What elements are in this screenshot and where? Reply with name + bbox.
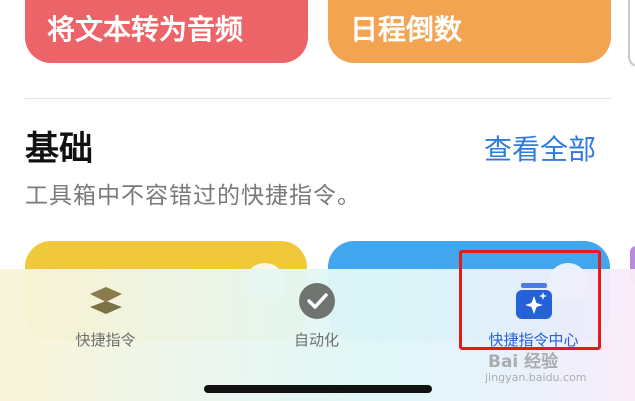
tab-automation[interactable]: 自动化 xyxy=(211,269,422,379)
shortcut-card-countdown[interactable]: 日程倒数 xyxy=(328,0,611,63)
highlight-box xyxy=(459,250,601,350)
layers-icon xyxy=(86,281,126,321)
tab-label: 自动化 xyxy=(293,331,339,349)
shortcut-card-label: 日程倒数 xyxy=(350,13,463,46)
section-title: 基础 xyxy=(25,129,93,169)
tab-shortcuts[interactable]: 快捷指令 xyxy=(0,269,211,379)
partial-card-edge[interactable] xyxy=(628,0,635,67)
clock-check-icon xyxy=(297,281,337,321)
section-subtitle: 工具箱中不容错过的快捷指令。 xyxy=(25,183,361,209)
shortcut-card-text-to-audio[interactable]: 将文本转为音频 xyxy=(25,0,308,63)
shortcut-card-label: 将文本转为音频 xyxy=(47,13,244,46)
watermark-url: jingyan.baidu.com xyxy=(485,371,587,384)
section-divider xyxy=(25,98,611,99)
see-all-link[interactable]: 查看全部 xyxy=(484,128,596,168)
tab-label: 快捷指令 xyxy=(75,331,136,349)
home-indicator[interactable] xyxy=(204,385,432,393)
watermark-logo: Bai 经验 xyxy=(488,352,559,372)
